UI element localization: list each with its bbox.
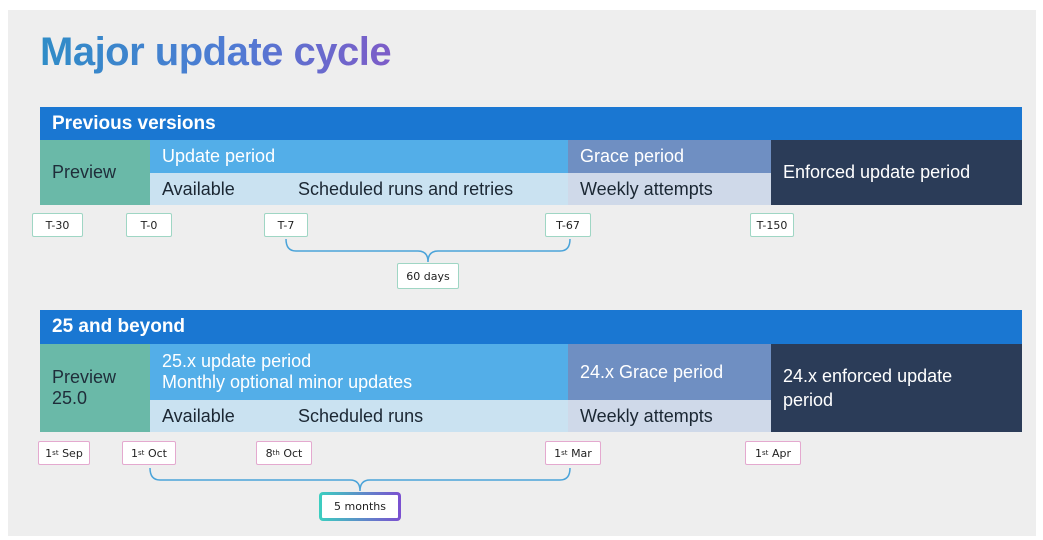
future-duration-brace [149, 467, 571, 492]
future-duration-label: 5 months [319, 492, 401, 521]
